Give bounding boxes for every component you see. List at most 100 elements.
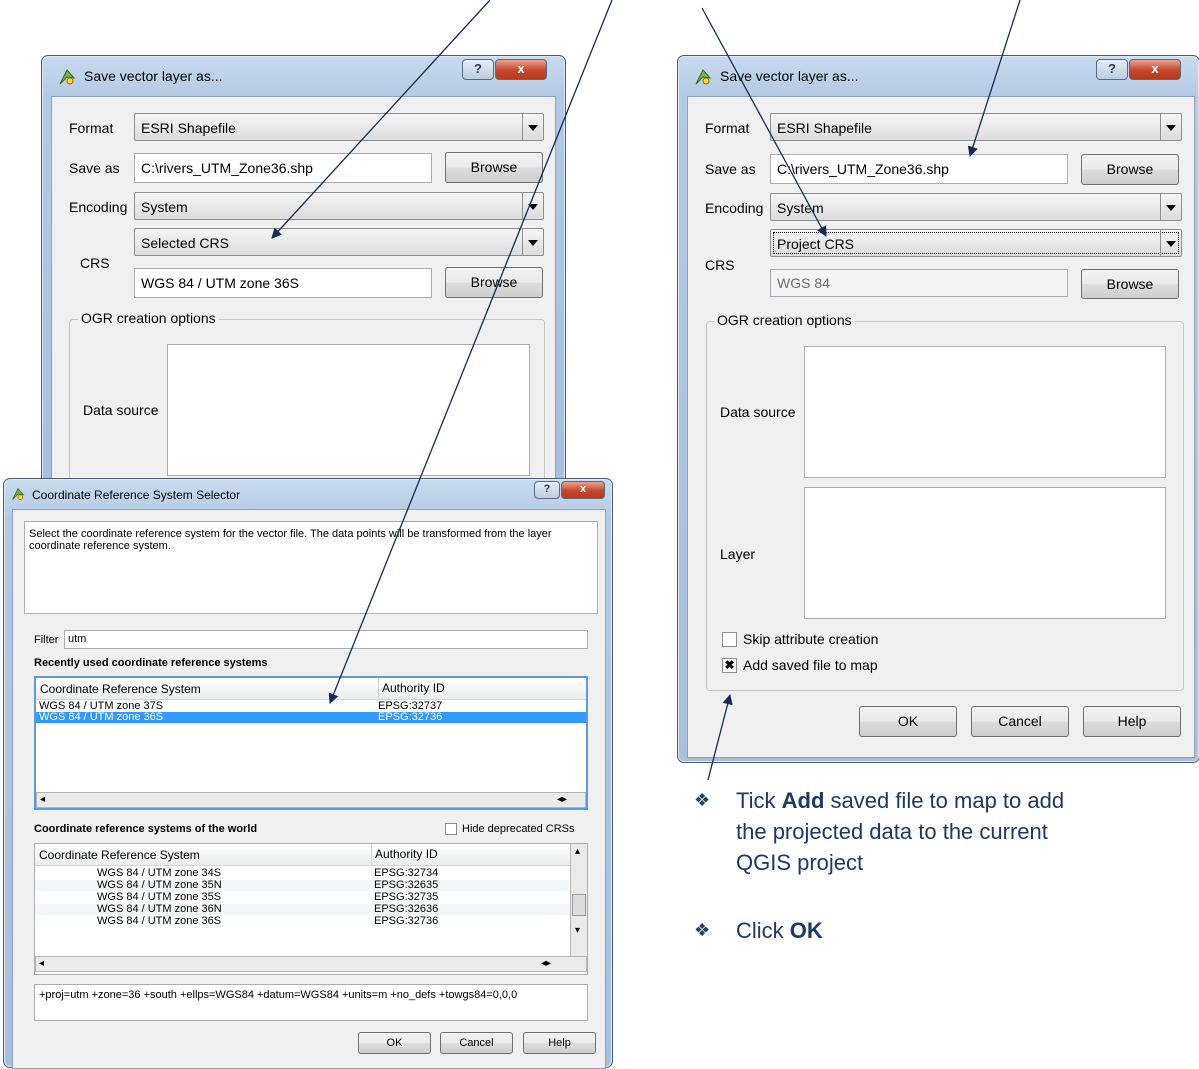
note-tick-bold: Add — [781, 788, 825, 813]
crs-recent-row-selected[interactable]: WGS 84 / UTM zone 36S EPSG:32736 — [36, 712, 586, 723]
scroll-left-icon[interactable]: ◂ — [39, 957, 44, 971]
scroll-thumb[interactable] — [572, 894, 586, 916]
scroll-arrows-icon[interactable]: ◂▸ — [557, 793, 567, 807]
right-titlebar[interactable]: Save vector layer as... ? x — [678, 56, 1199, 96]
crs-ok-button[interactable]: OK — [358, 1032, 431, 1054]
crs-world-col-auth[interactable]: Authority ID — [371, 844, 438, 865]
left-browse-button[interactable]: Browse — [445, 152, 543, 183]
right-close-caption-button[interactable]: x — [1129, 59, 1181, 80]
crs-world-row-auth: EPSG:32736 — [374, 915, 439, 927]
crs-world-row[interactable]: WGS 84 / UTM zone 35N EPSG:32635 — [35, 880, 570, 891]
right-crs-label: CRS — [705, 257, 735, 273]
left-help-caption-button[interactable]: ? — [462, 59, 494, 80]
right-help-button[interactable]: Help — [1083, 706, 1181, 737]
crs-titlebar[interactable]: Coordinate Reference System Selector ? x — [4, 479, 612, 509]
left-format-combo[interactable]: ESRI Shapefile — [134, 113, 544, 141]
crs-world-row[interactable]: WGS 84 / UTM zone 34S EPSG:32734 — [35, 868, 570, 879]
note-tick-post: saved file to map to add — [824, 788, 1065, 813]
left-save-dialog: Save vector layer as... ? x Format ESRI … — [41, 55, 566, 519]
right-help-caption-button[interactable]: ? — [1096, 59, 1128, 80]
note-tick-add: Tick Add saved file to map to add the pr… — [736, 785, 1064, 878]
left-titlebar[interactable]: Save vector layer as... ? x — [42, 56, 565, 96]
crs-world-table-header: Coordinate Reference System Authority ID — [35, 844, 570, 866]
skip-attribute-checkbox[interactable] — [722, 632, 737, 647]
crs-recent-col-crs[interactable]: Coordinate Reference System — [40, 682, 201, 696]
crs-help-button[interactable]: Help — [523, 1032, 596, 1054]
right-format-label: Format — [705, 120, 750, 136]
right-format-value: ESRI Shapefile — [777, 120, 872, 136]
crs-recent-hscrollbar[interactable]: ◂ ◂▸ — [36, 792, 586, 808]
left-data-source-textbox[interactable] — [167, 344, 530, 476]
crs-recent-row-auth: EPSG:32736 — [378, 711, 443, 723]
right-encoding-value: System — [777, 200, 824, 216]
right-encoding-combo[interactable]: System — [770, 193, 1182, 221]
crs-description-text: Select the coordinate reference system f… — [29, 528, 552, 552]
left-encoding-label: Encoding — [69, 199, 128, 215]
crs-selector-dialog: Coordinate Reference System Selector ? x… — [3, 478, 613, 1069]
chevron-down-icon — [522, 193, 543, 219]
right-cancel-button[interactable]: Cancel — [971, 706, 1069, 737]
left-crs-mode-combo[interactable]: Selected CRS — [134, 228, 544, 256]
left-close-caption-button[interactable]: x — [495, 59, 547, 80]
right-ogr-group-title: OGR creation options — [714, 312, 855, 328]
add-saved-file-checkbox[interactable]: ✖ — [722, 658, 737, 673]
crs-help-caption-button[interactable]: ? — [534, 481, 560, 499]
crs-world-row-auth: EPSG:32636 — [374, 903, 439, 915]
right-crs-mode-combo[interactable]: Project CRS — [770, 229, 1182, 257]
chevron-down-icon — [522, 229, 543, 255]
note-tick-line2: the projected data to the current — [736, 819, 1048, 844]
crs-description-box: Select the coordinate reference system f… — [24, 521, 598, 614]
note-tick-pre: Tick — [736, 788, 782, 813]
crs-close-caption-button[interactable]: x — [561, 481, 605, 499]
left-crs-browse-button[interactable]: Browse — [445, 267, 543, 298]
left-format-label: Format — [69, 120, 114, 136]
right-crs-browse-button[interactable]: Browse — [1081, 269, 1179, 299]
crs-world-col-crs[interactable]: Coordinate Reference System — [39, 848, 200, 862]
crs-world-row[interactable]: WGS 84 / UTM zone 36S EPSG:32736 — [35, 916, 570, 927]
crs-world-vscrollbar[interactable]: ▴ ▾ — [570, 844, 587, 956]
left-save-as-field[interactable]: C:\rivers_UTM_Zone36.shp — [134, 153, 432, 183]
scroll-arrows-icon[interactable]: ◂▸ — [541, 957, 551, 971]
right-data-source-textbox[interactable] — [804, 346, 1166, 478]
crs-world-row-crs: WGS 84 / UTM zone 36S — [97, 915, 222, 927]
crs-client-area: Select the coordinate reference system f… — [12, 509, 606, 1069]
hide-deprecated-checkbox[interactable] — [445, 823, 457, 835]
left-save-as-label: Save as — [69, 160, 120, 176]
left-ogr-group-title: OGR creation options — [78, 310, 219, 326]
crs-cancel-button[interactable]: Cancel — [440, 1032, 513, 1054]
qgis-app-icon — [695, 69, 712, 85]
right-browse-button[interactable]: Browse — [1081, 154, 1179, 185]
crs-world-hscrollbar[interactable]: ◂ ◂▸ — [35, 956, 587, 972]
left-format-value: ESRI Shapefile — [141, 120, 236, 136]
crs-world-row[interactable]: WGS 84 / UTM zone 36N EPSG:32636 — [35, 904, 570, 915]
left-encoding-value: System — [141, 199, 188, 215]
note-click-bold: OK — [789, 918, 823, 943]
right-save-as-field[interactable]: C:\rivers_UTM_Zone36.shp — [770, 154, 1068, 184]
left-encoding-combo[interactable]: System — [134, 192, 544, 220]
crs-world-row-auth: EPSG:32735 — [374, 891, 439, 903]
scroll-down-icon[interactable]: ▾ — [575, 924, 580, 938]
crs-recent-col-auth[interactable]: Authority ID — [378, 678, 445, 699]
left-crs-mode-value: Selected CRS — [141, 235, 229, 251]
crs-world-row[interactable]: WGS 84 / UTM zone 35S EPSG:32735 — [35, 892, 570, 903]
right-format-combo[interactable]: ESRI Shapefile — [770, 113, 1182, 141]
left-data-source-label: Data source — [83, 402, 159, 418]
left-crs-field[interactable]: WGS 84 / UTM zone 36S — [134, 268, 432, 298]
qgis-app-icon — [12, 487, 25, 500]
crs-recent-table-header: Coordinate Reference System Authority ID — [36, 678, 586, 700]
right-ok-button[interactable]: OK — [859, 706, 957, 737]
note-bullet-icon: ❖ — [694, 790, 711, 810]
crs-filter-input[interactable]: utm — [64, 630, 588, 649]
right-save-dialog: Save vector layer as... ? x Format ESRI … — [677, 55, 1199, 763]
right-encoding-label: Encoding — [705, 200, 764, 216]
qgis-app-icon — [59, 69, 76, 85]
chevron-down-icon — [522, 114, 543, 140]
crs-world-row-crs: WGS 84 / UTM zone 34S — [97, 867, 222, 879]
scroll-left-icon[interactable]: ◂ — [40, 793, 45, 807]
right-layer-textbox[interactable] — [804, 487, 1166, 619]
left-dialog-title: Save vector layer as... — [84, 68, 223, 84]
crs-world-row-crs: WGS 84 / UTM zone 36N — [97, 903, 222, 915]
crs-filter-label: Filter — [34, 634, 59, 646]
left-crs-label: CRS — [80, 255, 110, 271]
scroll-up-icon[interactable]: ▴ — [575, 845, 580, 859]
